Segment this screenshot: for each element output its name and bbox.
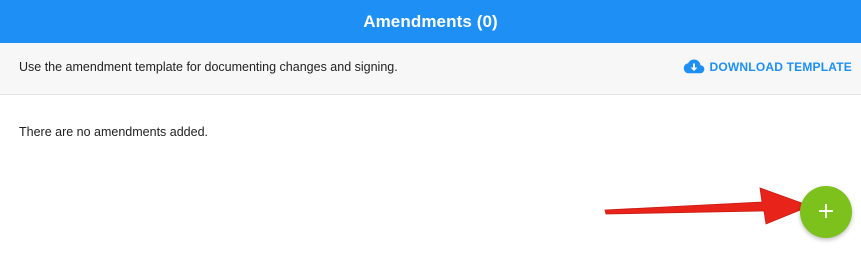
download-template-button[interactable]: DOWNLOAD TEMPLATE: [683, 58, 853, 76]
annotation-arrow: [604, 187, 812, 225]
add-amendment-button[interactable]: +: [800, 186, 852, 238]
plus-icon: +: [816, 199, 836, 224]
empty-state-message: There are no amendments added.: [19, 125, 209, 139]
cloud-download-icon: [683, 58, 705, 76]
amendments-panel: Amendments (0) Use the amendment templat…: [0, 0, 861, 255]
info-bar: Use the amendment template for documenti…: [0, 43, 861, 95]
page-title: Amendments (0): [363, 11, 498, 31]
download-template-label: DOWNLOAD TEMPLATE: [709, 60, 852, 74]
template-info-text: Use the amendment template for documenti…: [19, 60, 398, 74]
panel-header: Amendments (0): [0, 0, 861, 43]
